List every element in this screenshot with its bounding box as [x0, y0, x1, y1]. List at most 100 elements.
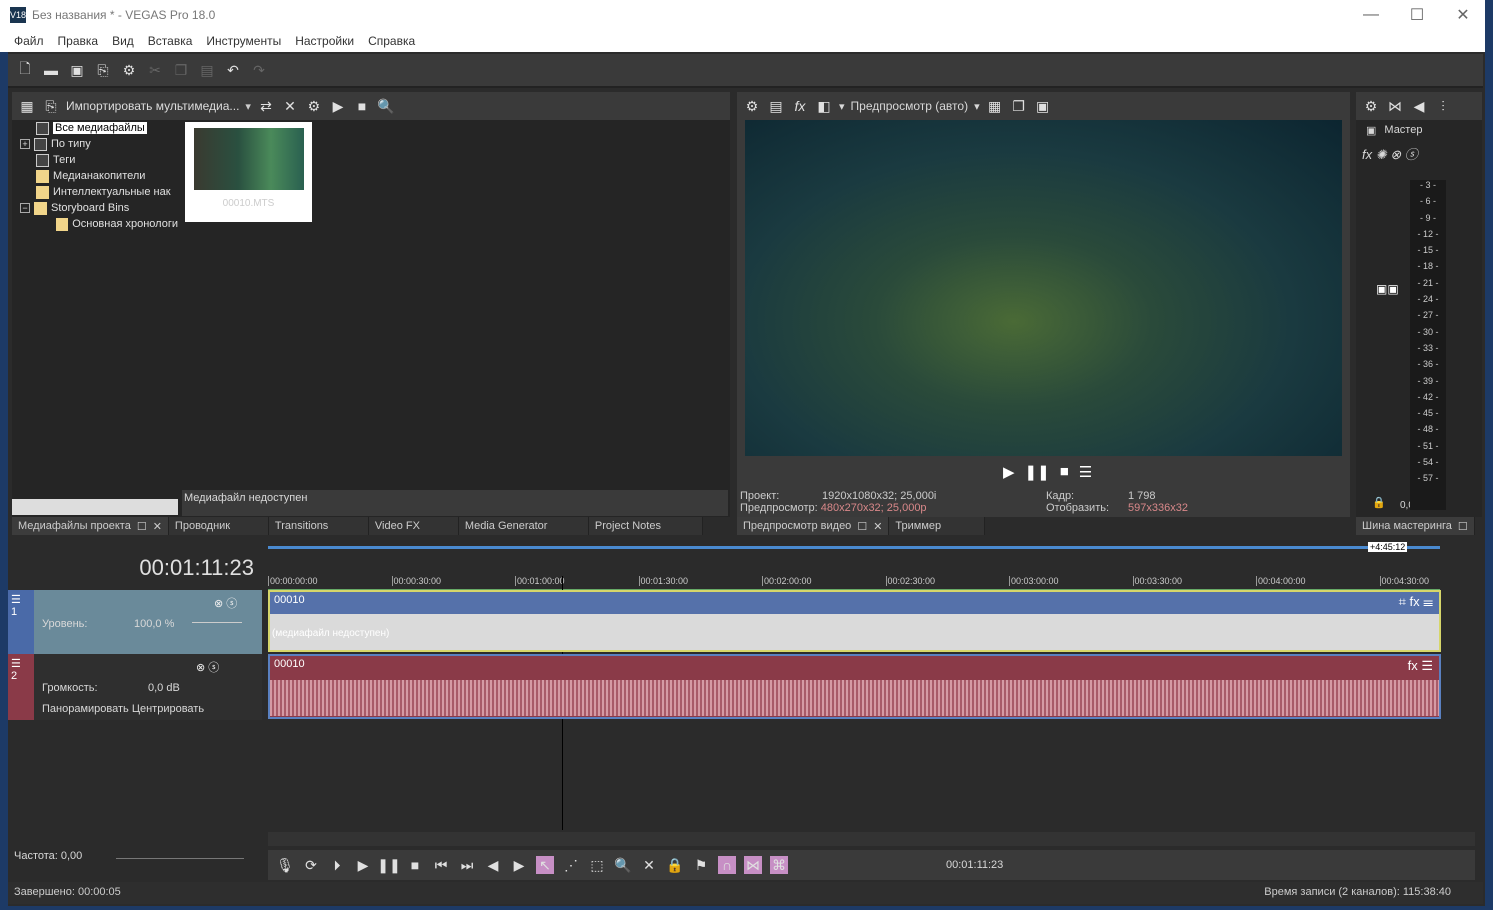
tab-video-preview[interactable]: Предпросмотр видео ☐ ✕: [737, 517, 890, 535]
mixer-icon[interactable]: ⫶: [1434, 97, 1452, 115]
tab-project-notes[interactable]: Project Notes: [588, 517, 703, 535]
menu-file[interactable]: Файл: [14, 34, 44, 48]
loop-icon[interactable]: ⟳: [302, 856, 320, 874]
open-icon[interactable]: ▬: [42, 61, 60, 79]
horizontal-scrollbar[interactable]: [12, 499, 178, 515]
menu-view[interactable]: Вид: [112, 34, 134, 48]
undo-icon[interactable]: ↶: [224, 61, 242, 79]
menu-options[interactable]: Настройки: [295, 34, 354, 48]
record-icon[interactable]: 🎙: [276, 856, 294, 874]
undock-icon[interactable]: ☐: [137, 520, 147, 533]
downmix-icon[interactable]: ⋈: [1386, 97, 1404, 115]
undock-icon[interactable]: ☐: [1458, 520, 1468, 533]
lock-icon[interactable]: 🔒: [666, 856, 684, 874]
tree-item-main-timeline[interactable]: Основная хронологи: [12, 216, 178, 232]
chevron-down-icon[interactable]: ▾: [839, 100, 845, 113]
next-frame-icon[interactable]: ▶: [510, 856, 528, 874]
level-slider[interactable]: [192, 622, 242, 623]
tab-master-bus[interactable]: Шина мастеринга ☐: [1356, 517, 1475, 535]
track-number[interactable]: ☰ 1: [8, 590, 34, 654]
copy-icon[interactable]: ❐: [172, 61, 190, 79]
minimize-icon[interactable]: —: [1348, 0, 1394, 30]
maximize-icon[interactable]: ☐: [1394, 0, 1440, 30]
zoom-tool-icon[interactable]: 🔍: [614, 856, 632, 874]
fader-handle[interactable]: ▣▣: [1376, 282, 1399, 296]
media-views-icon[interactable]: ▦: [18, 97, 36, 115]
search-icon[interactable]: 🔍: [377, 97, 395, 115]
close-icon[interactable]: ✕: [1440, 0, 1486, 30]
audio-clip[interactable]: 00010 fx ☰: [268, 654, 1441, 719]
remove-icon[interactable]: ✕: [281, 97, 299, 115]
render-icon[interactable]: ⎘: [94, 61, 112, 79]
menu-tools[interactable]: Инструменты: [206, 34, 281, 48]
stop-icon[interactable]: ■: [1060, 463, 1069, 481]
prev-frame-icon[interactable]: ◀: [484, 856, 502, 874]
selection-tool-icon[interactable]: ⬚: [588, 856, 606, 874]
play-from-start-icon[interactable]: ⏵: [328, 856, 346, 874]
snapping-icon[interactable]: ∩: [718, 856, 736, 874]
pause-icon[interactable]: ❚❚: [1025, 463, 1050, 481]
rate-slider[interactable]: [116, 858, 244, 859]
pause-icon[interactable]: ❚❚: [377, 856, 400, 874]
save-icon[interactable]: ▣: [68, 61, 86, 79]
marker-icon[interactable]: ⚑: [692, 856, 710, 874]
time-ruler[interactable]: 00:00:00:00 00:00:30:00 00:01:00:00 00:01:3…: [268, 576, 1440, 590]
close-icon[interactable]: ✕: [873, 520, 882, 533]
stop-icon[interactable]: ■: [353, 97, 371, 115]
settings-icon[interactable]: ⚙: [743, 97, 761, 115]
clip-fx-menu-icons[interactable]: ⌗ fx ☰: [1399, 594, 1433, 610]
menu-icon[interactable]: ☰: [1079, 463, 1092, 481]
tree-item-tags[interactable]: Теги: [12, 152, 178, 168]
auto-crossfade-icon[interactable]: ⋈: [744, 856, 762, 874]
track-number[interactable]: ☰ 2: [8, 654, 34, 720]
menu-help[interactable]: Справка: [368, 34, 415, 48]
tree-item-all-media[interactable]: Все медиафайлы: [12, 120, 178, 136]
grid-icon[interactable]: ▦: [986, 97, 1004, 115]
fx-icon[interactable]: fx ✺ ⊗ ⓢ: [1362, 144, 1418, 163]
import-icon[interactable]: ⎘: [42, 97, 60, 115]
play-icon[interactable]: ▶: [1003, 463, 1015, 481]
go-start-icon[interactable]: ⏮: [432, 856, 450, 874]
mute-icon[interactable]: ◀: [1410, 97, 1428, 115]
envelope-tool-icon[interactable]: ⋰: [562, 856, 580, 874]
cut-icon[interactable]: ✂: [146, 61, 164, 79]
mute-solo-icons[interactable]: ⊗ ⓢ: [214, 595, 237, 611]
play-icon[interactable]: ▶: [354, 856, 372, 874]
menu-edit[interactable]: Правка: [58, 34, 99, 48]
tab-media-generator[interactable]: Media Generator: [458, 517, 589, 535]
fx-icon[interactable]: fx: [791, 97, 809, 115]
import-media-button[interactable]: Импортировать мультимедиа...: [66, 99, 239, 113]
redo-icon[interactable]: ↷: [250, 61, 268, 79]
tab-explorer[interactable]: Проводник: [168, 517, 269, 535]
menu-insert[interactable]: Вставка: [148, 34, 193, 48]
lock-icon[interactable]: 🔒: [1372, 496, 1386, 509]
stop-icon[interactable]: ■: [406, 856, 424, 874]
chevron-down-icon[interactable]: ▾: [245, 100, 251, 113]
new-icon[interactable]: 🗋: [16, 60, 34, 79]
tree-item-media-bins[interactable]: Медианакопители: [12, 168, 178, 184]
close-icon[interactable]: ✕: [153, 520, 162, 533]
properties-icon[interactable]: ⚙: [305, 97, 323, 115]
preview-quality-dropdown[interactable]: Предпросмотр (авто): [851, 99, 969, 113]
tree-item-storyboard[interactable]: − Storyboard Bins: [12, 200, 178, 216]
timeline-scrollbar[interactable]: [268, 832, 1475, 846]
copy-snapshot-icon[interactable]: ❐: [1010, 97, 1028, 115]
loop-region-bar[interactable]: [268, 546, 1440, 549]
capture-icon[interactable]: ⇄: [257, 97, 275, 115]
external-monitor-icon[interactable]: ▤: [767, 97, 785, 115]
delete-icon[interactable]: ✕: [640, 856, 658, 874]
play-icon[interactable]: ▶: [329, 97, 347, 115]
save-snapshot-icon[interactable]: ▣: [1034, 97, 1052, 115]
expand-icon[interactable]: +: [20, 139, 30, 149]
collapse-icon[interactable]: −: [20, 203, 30, 213]
tree-item-smart-bins[interactable]: Интеллектуальные нак: [12, 184, 178, 200]
settings-icon[interactable]: ⚙: [120, 61, 138, 79]
media-thumbnail[interactable]: 00010.MTS: [185, 122, 312, 222]
clip-fx-menu-icons[interactable]: fx ☰: [1408, 658, 1433, 674]
video-clip[interactable]: 00010 (медиафайл недоступен) ⌗ fx ☰: [268, 590, 1441, 652]
paste-icon[interactable]: ▤: [198, 61, 216, 79]
settings-icon[interactable]: ⚙: [1362, 97, 1380, 115]
chevron-down-icon[interactable]: ▾: [974, 100, 980, 113]
tab-transitions[interactable]: Transitions: [268, 517, 369, 535]
split-screen-icon[interactable]: ◧: [815, 97, 833, 115]
